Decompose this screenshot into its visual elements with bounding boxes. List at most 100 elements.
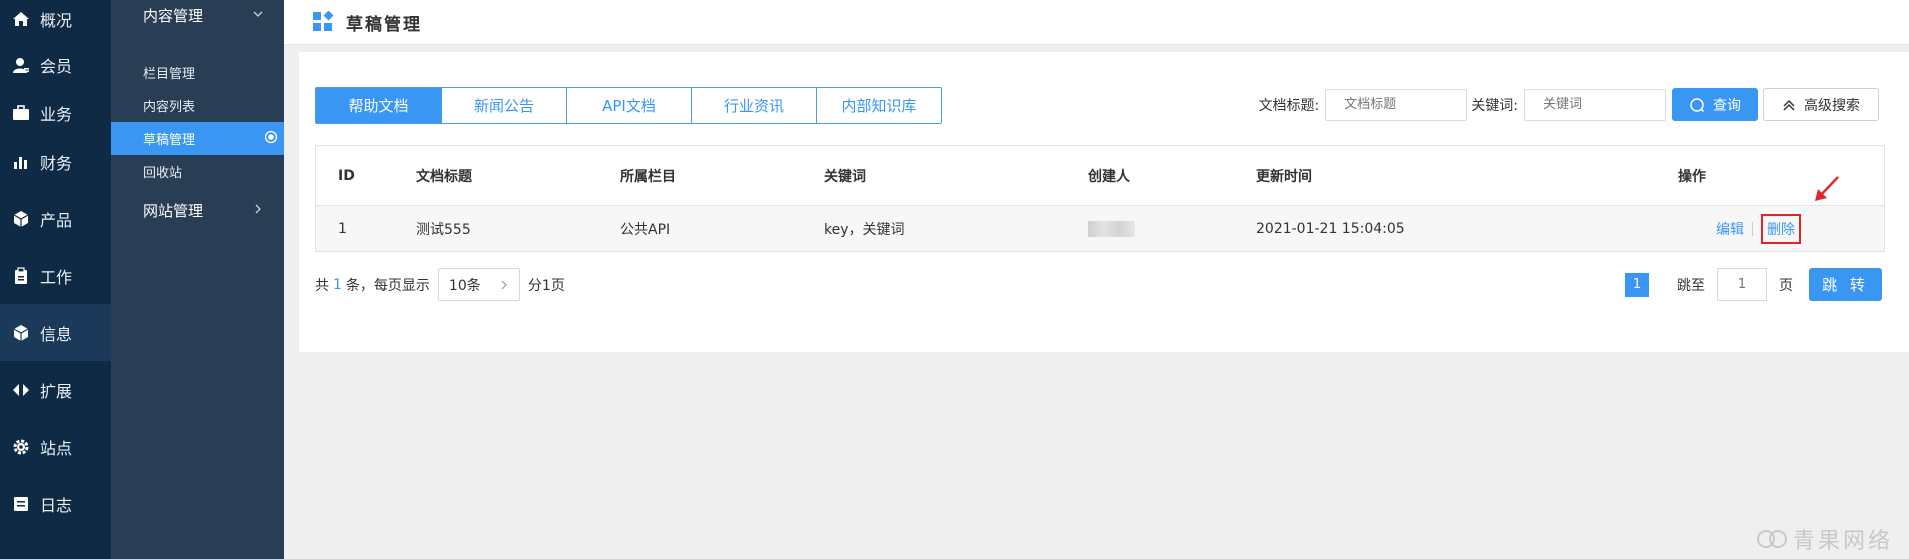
jump-to-label: 跳至 — [1677, 277, 1705, 294]
nav-group-site[interactable]: 网站管理 — [111, 188, 284, 232]
watermark-text: 青果网络 — [1792, 529, 1893, 554]
clipboard-icon — [10, 265, 32, 287]
chevron-up-icon — [1782, 98, 1796, 112]
nav-item-label: 概况 — [40, 10, 73, 30]
title-filter-label: 文档标题: — [1258, 97, 1320, 114]
category-tabs: 帮助文档 新闻公告 API文档 行业资讯 内部知识库 — [315, 87, 942, 124]
nav-group-label: 内容管理 — [143, 6, 204, 25]
nav-item-extensions[interactable]: 扩展 — [0, 361, 111, 418]
user-icon — [10, 54, 32, 76]
page-size-value: 10条 — [448, 277, 481, 294]
gear-icon — [10, 436, 32, 458]
log-icon — [10, 493, 32, 515]
nav-item-info[interactable]: 信息 — [0, 304, 111, 361]
nav-item-finance[interactable]: 财务 — [0, 133, 111, 190]
delete-link[interactable]: 删除 — [1767, 222, 1795, 238]
cell-actions: 编辑 删除 — [1678, 213, 1884, 244]
page-unit-label: 页 — [1779, 277, 1793, 294]
advanced-search-button[interactable]: 高级搜索 — [1763, 88, 1879, 121]
nav-sub-label: 回收站 — [143, 166, 183, 181]
nav-group-label: 网站管理 — [143, 201, 204, 220]
column-header: 关键词 — [824, 168, 866, 185]
tab-news[interactable]: 新闻公告 — [441, 88, 566, 123]
keyword-filter-label: 关键词: — [1471, 97, 1518, 114]
search-bar: 文档标题: 关键词: 查询 高级搜索 — [1255, 88, 1879, 121]
main-card: 帮助文档 新闻公告 API文档 行业资讯 内部知识库 文档标题: 关键词: 查询… — [299, 52, 1909, 352]
nav-item-label: 业务 — [40, 105, 73, 124]
title-filter-input[interactable] — [1325, 88, 1468, 121]
home-icon — [10, 8, 32, 30]
primary-sidebar: 概况 会员 业务 财务 产品 工作 信息 扩展 站点 日志 — [0, 0, 111, 559]
page-title: 草稿管理 — [346, 14, 422, 35]
nav-group-content[interactable]: 内容管理 — [111, 0, 284, 30]
nav-item-label: 产品 — [40, 210, 73, 230]
nav-item-label: 信息 — [40, 324, 73, 344]
watermark-logo-icon — [1755, 528, 1789, 550]
product-icon — [10, 208, 32, 230]
edit-link[interactable]: 编辑 — [1716, 219, 1744, 239]
cell-updated: 2021-01-21 15:04:05 — [1256, 220, 1405, 237]
bar-chart-icon — [10, 151, 32, 173]
nav-item-logs[interactable]: 日志 — [0, 475, 111, 532]
nav-item-members[interactable]: 会员 — [0, 37, 111, 93]
column-header: 所属栏目 — [620, 168, 676, 185]
advanced-search-label: 高级搜索 — [1804, 97, 1860, 114]
cell-id: 1 — [338, 220, 347, 237]
nav-item-products[interactable]: 产品 — [0, 190, 111, 247]
dashboard-icon — [312, 11, 334, 33]
nav-item-business[interactable]: 业务 — [0, 93, 111, 133]
radio-selected-icon — [264, 130, 278, 148]
column-header: ID — [338, 167, 355, 184]
tab-knowledge-base[interactable]: 内部知识库 — [816, 88, 941, 123]
column-header: 更新时间 — [1256, 168, 1312, 185]
jump-page-input[interactable] — [1717, 268, 1767, 301]
table-header: ID 文档标题 所属栏目 关键词 创建人 更新时间 操作 — [316, 146, 1884, 206]
total-prefix: 共 — [315, 277, 329, 294]
nav-item-overview[interactable]: 概况 — [0, 0, 111, 37]
secondary-sidebar: 内容管理 栏目管理 内容列表 草稿管理 回收站 网站管理 — [111, 0, 284, 559]
column-header: 创建人 — [1088, 168, 1130, 185]
nav-item-label: 日志 — [40, 495, 73, 515]
nav-sub-columns[interactable]: 栏目管理 — [111, 56, 284, 89]
nav-item-work[interactable]: 工作 — [0, 247, 111, 304]
nav-sub-label: 草稿管理 — [143, 133, 196, 148]
table-row: 1 测试555 公共API key，关键词 2021-01-21 15:04:0… — [316, 206, 1884, 251]
nav-item-label: 扩展 — [40, 381, 73, 401]
annotation-arrow-icon — [1815, 176, 1839, 201]
nav-item-sites[interactable]: 站点 — [0, 418, 111, 475]
chevron-right-icon — [252, 201, 264, 219]
total-mid: 条，每页显示 — [345, 277, 430, 294]
expand-icon — [10, 379, 32, 401]
keyword-filter-input[interactable] — [1524, 88, 1666, 121]
page-size-select[interactable]: 10条 — [437, 268, 520, 301]
watermark: 青果网络 — [1755, 523, 1893, 555]
page-number-current[interactable]: 1 — [1625, 272, 1649, 297]
tab-help-docs[interactable]: 帮助文档 — [316, 88, 441, 123]
nav-sub-content-list[interactable]: 内容列表 — [111, 89, 284, 122]
nav-sub-drafts[interactable]: 草稿管理 — [111, 122, 284, 155]
page-count: 分1页 — [527, 277, 565, 294]
chevron-down-icon — [252, 6, 264, 24]
tab-api-docs[interactable]: API文档 — [566, 88, 691, 123]
chevron-right-icon — [499, 280, 509, 290]
cell-title: 测试555 — [416, 221, 471, 238]
nav-sub-recycle-bin[interactable]: 回收站 — [111, 155, 284, 188]
action-divider — [1752, 221, 1753, 236]
blurred-creator-name — [1088, 220, 1135, 237]
nav-item-label: 工作 — [40, 267, 73, 287]
tab-industry[interactable]: 行业资讯 — [691, 88, 816, 123]
nav-sub-label: 内容列表 — [143, 100, 196, 115]
nav-item-label: 会员 — [40, 57, 73, 76]
nav-sub-label: 栏目管理 — [143, 67, 196, 82]
column-header: 文档标题 — [416, 168, 472, 185]
query-button-label: 查询 — [1713, 97, 1741, 114]
page-header: 草稿管理 — [284, 0, 1909, 45]
cell-column: 公共API — [620, 221, 671, 238]
search-icon — [1689, 97, 1705, 113]
nav-item-label: 财务 — [40, 153, 73, 173]
nav-item-label: 站点 — [40, 438, 73, 458]
drafts-table: ID 文档标题 所属栏目 关键词 创建人 更新时间 操作 1 测试555 公共A… — [315, 145, 1885, 252]
jump-button[interactable]: 跳 转 — [1809, 268, 1882, 301]
cell-creator — [1088, 220, 1256, 237]
query-button[interactable]: 查询 — [1672, 88, 1758, 121]
